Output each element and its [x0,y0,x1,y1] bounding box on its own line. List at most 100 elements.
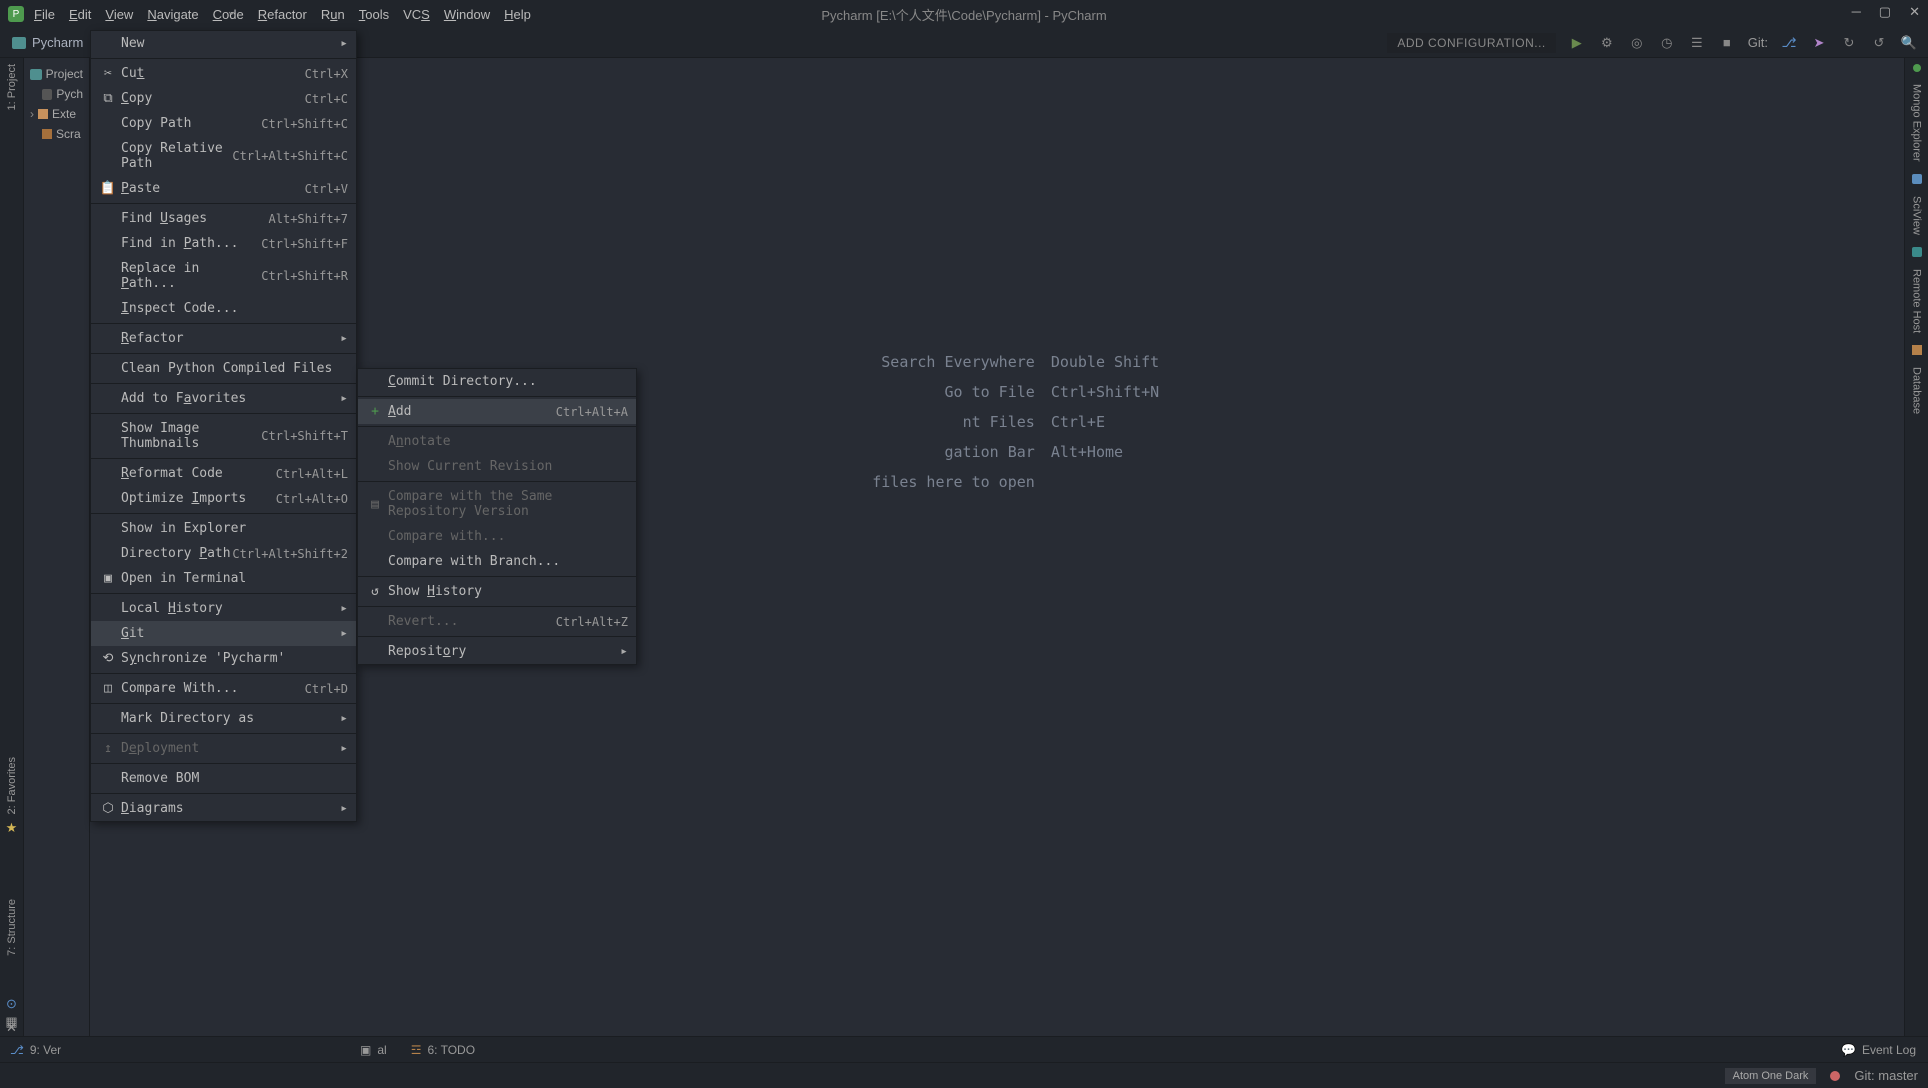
menu-item[interactable]: ⬡Diagrams▸ [91,796,356,821]
tree-item-pycharm[interactable]: Pych [24,84,89,104]
menu-item[interactable]: Copy PathCtrl+Shift+C [91,111,356,136]
favorites-tool-button[interactable]: 2: Favorites [6,757,18,814]
remote-tool-button[interactable]: Remote Host [1911,269,1923,333]
menu-label: Compare with the Same Repository Version [388,489,628,519]
menu-item[interactable]: Remove BOM [91,766,356,791]
menu-item[interactable]: Directory PathCtrl+Alt+Shift+2 [91,541,356,566]
todo-tab[interactable]: ☲6: TODO [411,1043,475,1057]
folder-icon [30,69,42,80]
menu-tools[interactable]: Tools [359,7,389,22]
menu-item[interactable]: Replace in Path...Ctrl+Shift+R [91,256,356,296]
menu-window[interactable]: Window [444,7,490,22]
menu-label: Compare With... [121,681,305,696]
menu-item[interactable]: Optimize ImportsCtrl+Alt+O [91,486,356,511]
menu-label: Copy [121,91,305,106]
breadcrumb[interactable]: Pycharm [32,35,83,50]
⟲-icon: ⟲ [99,651,117,666]
concurrent-icon[interactable]: ☰ [1688,34,1706,52]
menu-run[interactable]: Run [321,7,345,22]
update-icon[interactable]: ↻ [1840,34,1858,52]
sciview-tool-button[interactable]: SciView [1911,196,1923,235]
revert-icon[interactable]: ↺ [1870,34,1888,52]
✂-icon: ✂ [99,66,117,81]
maximize-icon[interactable]: ▢ [1879,4,1891,20]
chevron-right-icon: ▸ [340,391,348,406]
tree-label: Scra [56,127,81,141]
menu-item[interactable]: Inspect Code... [91,296,356,321]
menu-label: Diagrams [121,801,348,816]
menu-item[interactable]: Show in Explorer [91,516,356,541]
menu-shortcut: Ctrl+Shift+T [261,429,348,443]
menu-item[interactable]: Mark Directory as▸ [91,706,356,731]
menu-refactor[interactable]: Refactor [258,7,307,22]
menu-item[interactable]: Refactor▸ [91,326,356,351]
menu-label: Show in Explorer [121,521,348,536]
menu-item[interactable]: Find UsagesAlt+Shift+7 [91,206,356,231]
menu-item[interactable]: Add to Favorites▸ [91,386,356,411]
menu-item[interactable]: New▸ [91,31,356,56]
+-icon: + [366,404,384,419]
menu-help[interactable]: Help [504,7,531,22]
project-tool-button[interactable]: 1: Project [6,64,18,110]
menu-shortcut: Ctrl+Shift+C [261,117,348,131]
menu-item[interactable]: Find in Path...Ctrl+Shift+F [91,231,356,256]
menu-item[interactable]: Repository▸ [358,639,636,664]
git-branch[interactable]: Git: master [1854,1068,1918,1083]
add-configuration-button[interactable]: ADD CONFIGURATION... [1387,33,1555,53]
menu-item[interactable]: Show Image ThumbnailsCtrl+Shift+T [91,416,356,456]
menu-edit[interactable]: Edit [69,7,91,22]
theme-indicator[interactable]: Atom One Dark [1725,1068,1817,1084]
hint-key: Ctrl+E [1051,413,1105,431]
remote-icon [1912,247,1922,257]
run-icon[interactable]: ▶ [1568,34,1586,52]
stop-icon[interactable]: ■ [1718,34,1736,52]
menu-vcs[interactable]: VCS [403,7,430,22]
hint-label: Search Everywhere [835,353,1035,371]
chevron-right-icon: ▸ [340,601,348,616]
menu-item[interactable]: Git▸ [91,621,356,646]
menu-item[interactable]: Reformat CodeCtrl+Alt+L [91,461,356,486]
menu-label: Remove BOM [121,771,348,786]
minimize-icon[interactable]: ─ [1852,4,1861,20]
menu-label: Copy Path [121,116,261,131]
close-icon[interactable]: ✕ [1909,4,1920,20]
↥-icon: ↥ [99,741,117,756]
coverage-icon[interactable]: ◎ [1628,34,1646,52]
menu-shortcut: Ctrl+Alt+O [276,492,348,506]
tree-item-scratches[interactable]: Scra [24,124,89,144]
database-tool-button[interactable]: Database [1911,367,1923,414]
tree-root[interactable]: Project [24,64,89,84]
menu-item[interactable]: ▣Open in Terminal [91,566,356,591]
menu-item[interactable]: ⧉CopyCtrl+C [91,86,356,111]
profile-icon[interactable]: ◷ [1658,34,1676,52]
menu-item[interactable]: Local History▸ [91,596,356,621]
menu-item[interactable]: 📋PasteCtrl+V [91,176,356,201]
menu-item[interactable]: Compare with Branch... [358,549,636,574]
menu-item[interactable]: Copy Relative PathCtrl+Alt+Shift+C [91,136,356,176]
event-log-tab[interactable]: 💬Event Log [1841,1043,1916,1057]
version-control-tab[interactable]: ⎇9: Ver [10,1043,61,1057]
menu-item[interactable]: ↺Show History [358,579,636,604]
structure-tool-button[interactable]: 7: Structure [6,899,18,956]
menu-item[interactable]: ◫Compare With...Ctrl+D [91,676,356,701]
debug-icon[interactable]: ⚙ [1598,34,1616,52]
menu-item[interactable]: ✂CutCtrl+X [91,61,356,86]
mongo-tool-button[interactable]: Mongo Explorer [1911,84,1923,162]
menu-item[interactable]: Clean Python Compiled Files [91,356,356,381]
search-icon[interactable]: 🔍 [1900,34,1918,52]
menu-file[interactable]: File [34,7,55,22]
commit-icon[interactable]: ➤ [1810,34,1828,52]
menu-item[interactable]: ⟲Synchronize 'Pycharm' [91,646,356,671]
branch-icon[interactable]: ⎇ [1780,34,1798,52]
⬡-icon: ⬡ [99,801,117,816]
menu-view[interactable]: View [105,7,133,22]
menu-item[interactable]: Commit Directory... [358,369,636,394]
menu-label: Find in Path... [121,236,261,251]
chevron-down-icon[interactable]: ⌄ [226,3,237,19]
bookmarks-gutter-icon[interactable]: ⊙ [6,996,17,1012]
tree-item-external[interactable]: › Exte [24,104,89,124]
menu-navigate[interactable]: Navigate [147,7,198,22]
menu-item[interactable]: +AddCtrl+Alt+A [358,399,636,424]
terminal-tab[interactable]: ▣al [360,1043,387,1057]
stack-icon[interactable]: ▦ [5,1014,17,1030]
